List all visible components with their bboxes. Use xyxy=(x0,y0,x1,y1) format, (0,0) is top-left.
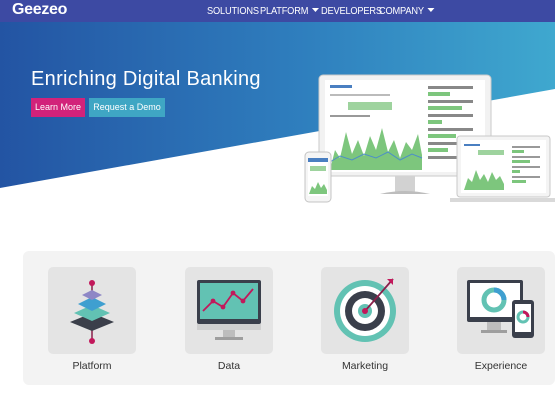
nav-item-platform[interactable]: PLATFORM xyxy=(260,5,319,17)
target-icon xyxy=(334,278,396,342)
nav-label: DEVELOPERS xyxy=(321,5,382,17)
platform-label: Platform xyxy=(72,360,112,372)
nav-label: COMPANY xyxy=(379,5,424,17)
hero-title: Enriching Digital Banking xyxy=(31,68,261,90)
caret-down-icon xyxy=(311,8,319,12)
nav-label: PLATFORM xyxy=(260,5,309,17)
nav-label: SOLUTIONS xyxy=(207,5,259,17)
nav-item-solutions[interactable]: SOLUTIONS xyxy=(207,5,259,17)
top-nav: Geezeo SOLUTIONS PLATFORM DEVELOPERS COM… xyxy=(0,0,555,22)
laptop xyxy=(450,135,555,202)
nav-item-company[interactable]: COMPANY xyxy=(379,5,435,17)
monitor-chart-icon xyxy=(197,280,261,340)
phone xyxy=(304,151,332,203)
marketing-label: Marketing xyxy=(341,360,389,372)
devices-illustration xyxy=(304,74,555,203)
marketing-card[interactable] xyxy=(321,267,409,354)
caret-down-icon xyxy=(427,8,435,12)
data-label: Data xyxy=(217,360,241,372)
learn-more-button[interactable]: Learn More xyxy=(31,98,85,117)
experience-card[interactable] xyxy=(457,267,545,354)
geezeo-logo[interactable]: Geezeo xyxy=(12,1,67,19)
nav-item-developers[interactable]: DEVELOPERS xyxy=(321,5,382,17)
experience-label: Experience xyxy=(474,360,528,372)
request-demo-button[interactable]: Request a Demo xyxy=(89,98,165,117)
devices-icon xyxy=(467,280,534,338)
layers-icon xyxy=(70,280,114,344)
platform-card[interactable] xyxy=(48,267,136,354)
data-card[interactable] xyxy=(185,267,273,354)
